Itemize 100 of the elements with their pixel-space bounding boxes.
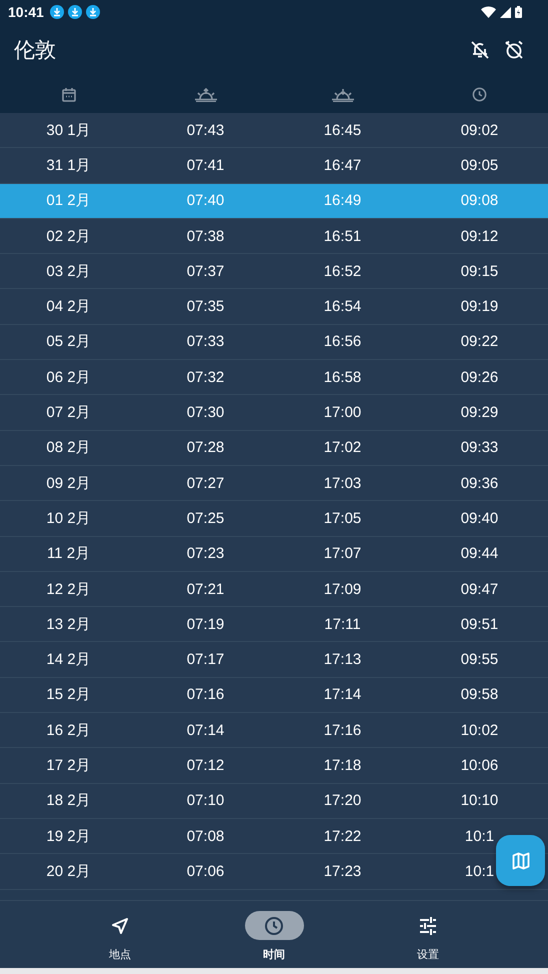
day-length-cell: 09:33 xyxy=(460,439,498,456)
download-notification-icon xyxy=(68,5,82,19)
sunset-cell: 17:22 xyxy=(324,828,362,845)
sunset-cell: 16:45 xyxy=(324,122,362,139)
sunrise-cell: 07:08 xyxy=(186,828,224,845)
date-cell: 04 2月 xyxy=(46,297,91,316)
sunset-cell: 17:09 xyxy=(324,580,362,598)
date-cell: 07 2月 xyxy=(46,403,91,422)
nav-tab[interactable]: 地点 xyxy=(65,901,175,968)
map-button[interactable] xyxy=(496,835,545,886)
table-row[interactable]: 18 2月 07:10 17:20 10:10 xyxy=(0,784,548,819)
sunrise-cell: 07:35 xyxy=(186,298,224,316)
sunrise-cell: 07:21 xyxy=(186,580,224,598)
sunset-cell: 17:16 xyxy=(324,722,362,739)
calendar-icon xyxy=(60,86,76,102)
sunset-cell: 16:54 xyxy=(324,298,362,316)
sunrise-cell: 07:27 xyxy=(186,474,224,492)
sunset-cell: 17:07 xyxy=(324,545,362,562)
sunset-cell: 17:14 xyxy=(324,686,362,704)
clock-icon xyxy=(472,87,487,102)
sunset-cell: 16:52 xyxy=(324,262,362,280)
day-length-cell: 09:26 xyxy=(460,368,498,386)
date-cell: 05 2月 xyxy=(46,332,91,352)
table-row[interactable]: 08 2月 07:28 17:02 09:33 xyxy=(0,430,548,466)
day-length-cell: 09:44 xyxy=(460,545,498,562)
date-cell: 18 2月 xyxy=(46,791,91,810)
day-length-cell: 09:15 xyxy=(460,262,498,280)
sunrise-cell: 07:25 xyxy=(186,510,224,527)
day-length-cell: 09:29 xyxy=(460,404,498,422)
date-cell: 20 2月 xyxy=(46,862,91,881)
date-cell: 09 2月 xyxy=(46,474,91,493)
map-icon xyxy=(512,852,530,870)
sunrise-cell: 07:23 xyxy=(186,545,224,562)
sunrise-cell: 07:41 xyxy=(186,156,224,174)
day-length-cell: 10:1 xyxy=(464,862,494,880)
date-cell: 11 2月 xyxy=(46,544,90,564)
date-cell: 01 2月 xyxy=(46,191,91,210)
sunrise-cell: 07:43 xyxy=(186,122,224,139)
sunrise-cell: 07:38 xyxy=(186,228,224,245)
sunset-cell: 16:49 xyxy=(324,192,362,210)
sunset-cell: 16:47 xyxy=(324,156,362,174)
sunrise-cell: 07:17 xyxy=(186,651,224,668)
sunrise-icon xyxy=(194,88,216,102)
alarm-off-icon[interactable] xyxy=(504,40,524,60)
sliders-icon xyxy=(419,916,437,934)
sunrise-cell: 07:30 xyxy=(186,404,224,422)
date-cell: 08 2月 xyxy=(46,438,91,458)
day-length-cell: 09:12 xyxy=(460,228,498,245)
sunset-cell: 17:03 xyxy=(324,474,362,492)
sunrise-cell: 07:14 xyxy=(186,722,224,739)
day-length-cell: 09:19 xyxy=(460,298,498,316)
sunrise-cell: 07:12 xyxy=(186,756,224,774)
date-cell: 10 2月 xyxy=(46,508,91,528)
date-cell: 06 2月 xyxy=(46,368,91,387)
sunset-cell: 16:56 xyxy=(324,333,362,350)
sunrise-cell: 07:28 xyxy=(186,439,224,456)
table-row[interactable]: 11 2月 07:23 17:07 09:44 xyxy=(0,536,548,572)
sunrise-cell: 07:10 xyxy=(186,792,224,810)
day-length-cell: 09:05 xyxy=(460,156,498,174)
day-length-cell: 09:55 xyxy=(460,651,498,668)
date-cell: 14 2月 xyxy=(46,650,91,670)
sunset-cell: 17:18 xyxy=(324,756,362,774)
date-cell: 02 2月 xyxy=(46,226,91,246)
download-notification-icon xyxy=(86,5,100,19)
notifications-off-icon[interactable] xyxy=(470,40,490,60)
sunrise-cell: 07:37 xyxy=(186,262,224,280)
sunset-cell: 17:23 xyxy=(324,862,362,880)
sunrise-cell: 07:33 xyxy=(186,333,224,350)
sunset-cell: 17:20 xyxy=(324,792,362,810)
date-cell: 19 2月 xyxy=(46,826,91,846)
sunrise-cell: 07:40 xyxy=(186,192,224,210)
day-length-cell: 09:02 xyxy=(460,122,498,139)
day-length-cell: 09:36 xyxy=(460,474,498,492)
day-length-cell: 10:06 xyxy=(460,756,498,774)
day-length-cell: 09:51 xyxy=(460,616,498,633)
sunset-cell: 17:13 xyxy=(324,651,362,668)
navigation-arrow-icon xyxy=(111,916,129,934)
battery-icon xyxy=(515,6,522,18)
sunset-icon xyxy=(332,88,354,102)
date-cell: 31 1月 xyxy=(46,156,91,175)
nav-tab[interactable]: 时间 xyxy=(219,901,329,968)
day-length-cell: 09:58 xyxy=(460,686,498,704)
sunset-cell: 16:51 xyxy=(324,228,362,245)
wifi-icon xyxy=(481,6,496,18)
date-cell: 30 1月 xyxy=(46,120,91,140)
download-notification-icon xyxy=(50,5,64,19)
nav-tab[interactable]: 设置 xyxy=(373,901,483,968)
date-cell: 12 2月 xyxy=(46,580,91,598)
day-length-cell: 09:22 xyxy=(460,333,498,350)
sunset-cell: 17:11 xyxy=(324,616,361,633)
day-length-cell: 10:10 xyxy=(460,792,498,810)
sunset-cell: 17:00 xyxy=(324,404,362,422)
sunset-cell: 17:02 xyxy=(324,439,362,456)
day-length-cell: 10:02 xyxy=(460,722,498,739)
date-cell: 16 2月 xyxy=(46,720,91,740)
date-cell: 15 2月 xyxy=(46,685,91,704)
toolbar-title: 伦敦 xyxy=(14,37,56,64)
day-length-cell: 10:1 xyxy=(464,828,494,845)
clock-icon xyxy=(264,916,284,936)
sunrise-cell: 07:16 xyxy=(186,686,224,704)
